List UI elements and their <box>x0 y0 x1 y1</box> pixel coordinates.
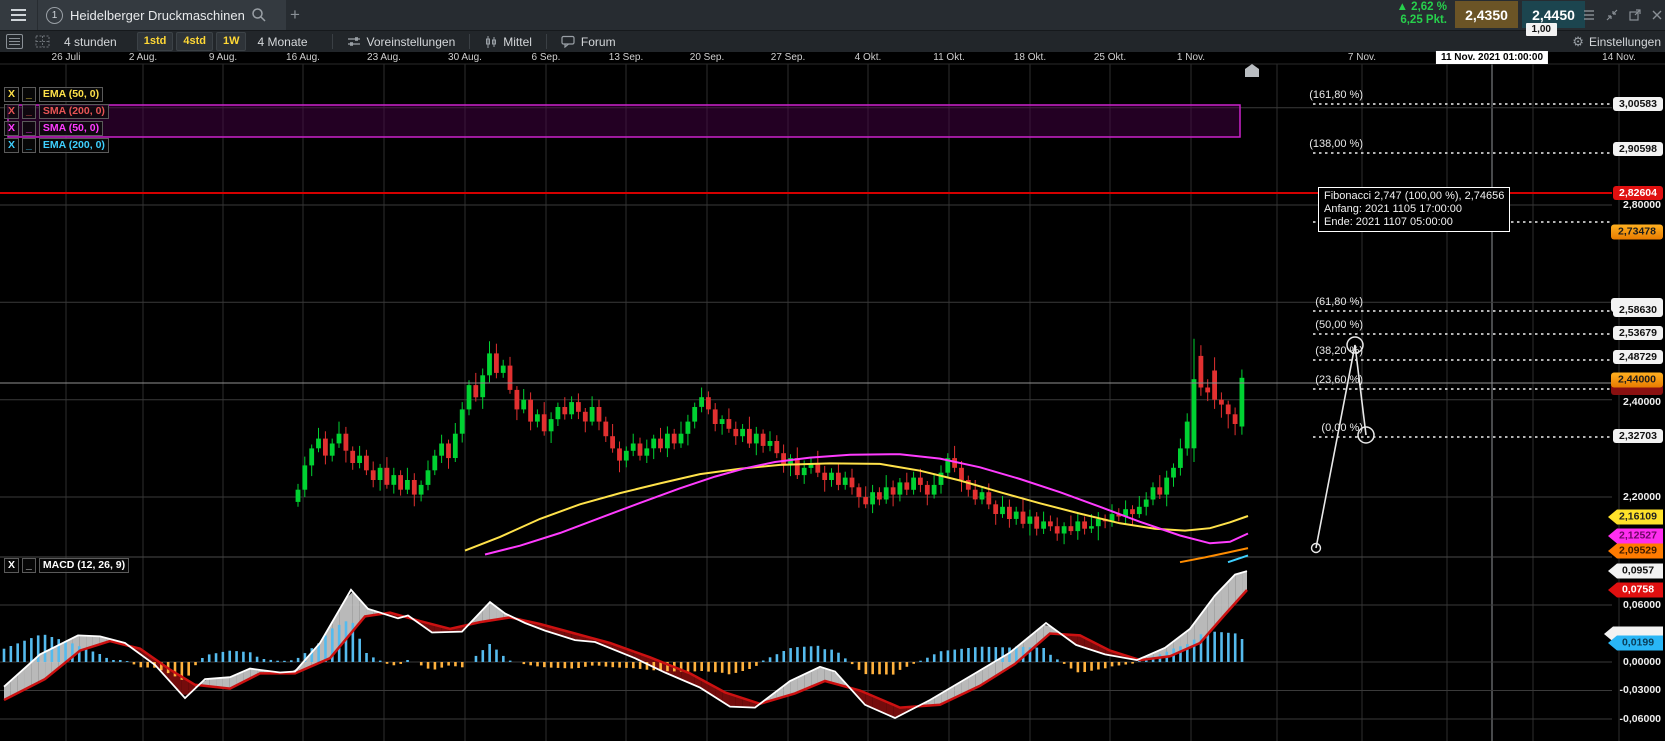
spread-badge: 1,00 <box>1526 23 1557 36</box>
legend-close-icon[interactable]: X <box>4 558 19 573</box>
legend-dash-icon[interactable]: _ <box>22 87 36 102</box>
legend-item-macd[interactable]: X_MACD (12, 26, 9) <box>4 558 129 573</box>
legend-close-icon[interactable]: X <box>4 121 19 136</box>
legend-item-0[interactable]: X_EMA (50, 0) <box>4 87 103 102</box>
legend-label: SMA (50, 0) <box>39 121 103 136</box>
legend-label: EMA (200, 0) <box>39 138 109 153</box>
legend-item-1[interactable]: X_SMA (200, 0) <box>4 104 109 119</box>
legend-close-icon[interactable]: X <box>4 87 19 102</box>
legend-label: SMA (200, 0) <box>39 104 109 119</box>
legend-dash-icon[interactable]: _ <box>22 121 36 136</box>
legend-dash-icon[interactable]: _ <box>22 104 36 119</box>
trading-app-window: 1 Heidelberger Druckmaschinen + ▲ 2,62 %… <box>0 0 1665 741</box>
legend-item-2[interactable]: X_SMA (50, 0) <box>4 121 103 136</box>
legend-item-3[interactable]: X_EMA (200, 0) <box>4 138 109 153</box>
chart-canvas[interactable] <box>0 0 1665 741</box>
legend-label: EMA (50, 0) <box>39 87 103 102</box>
legend-dash-icon[interactable]: _ <box>22 138 36 153</box>
legend-close-icon[interactable]: X <box>4 104 19 119</box>
legend-label: MACD (12, 26, 9) <box>39 558 129 573</box>
legend-close-icon[interactable]: X <box>4 138 19 153</box>
legend-dash-icon[interactable]: _ <box>22 558 36 573</box>
